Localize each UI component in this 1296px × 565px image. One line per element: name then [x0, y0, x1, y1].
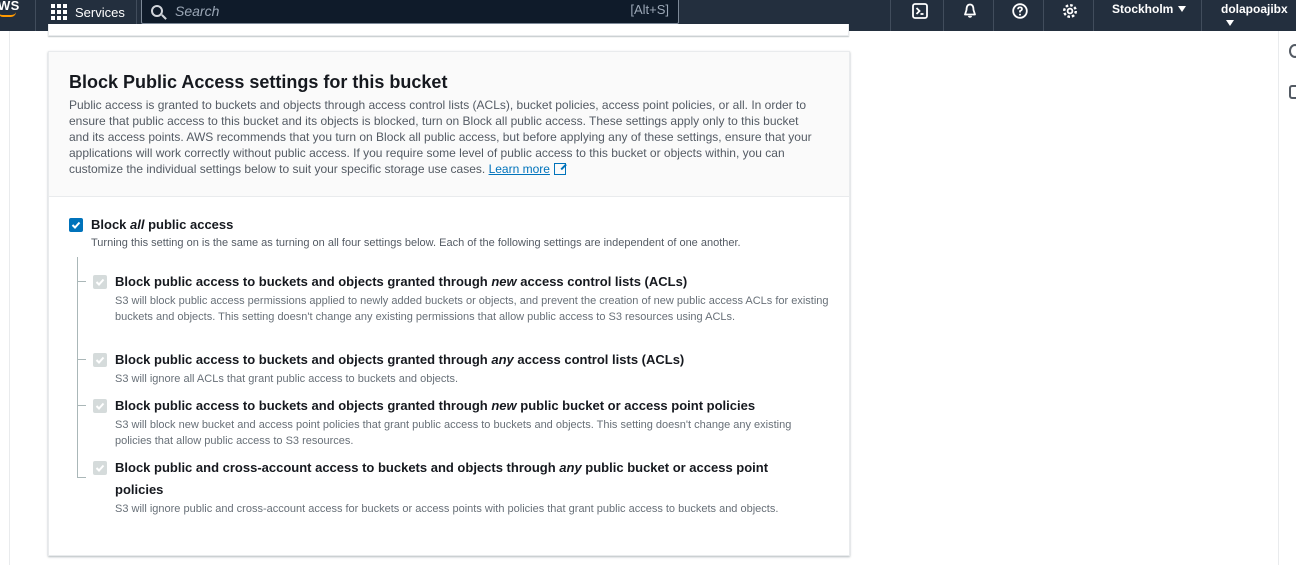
option-cross-account-label[interactable]: Block public and cross-account access to… — [115, 457, 815, 501]
option-new-policies-label[interactable]: Block public access to buckets and objec… — [115, 395, 755, 417]
learn-more-link[interactable]: Learn more — [489, 162, 550, 176]
checkmark-icon — [95, 464, 105, 472]
option-new-acls-checkbox[interactable] — [93, 275, 107, 289]
option-label-post: access control lists (ACLs) — [516, 274, 688, 289]
tree-connector — [77, 257, 78, 478]
option-label-emphasis: any — [559, 460, 582, 475]
block-all-label[interactable]: Block all public access — [91, 214, 233, 236]
block-all-description: Turning this setting on is the same as t… — [91, 237, 741, 249]
caret-down-icon — [1226, 20, 1234, 26]
gear-icon — [1062, 3, 1078, 19]
tree-branch — [77, 405, 86, 406]
info-icon[interactable] — [1289, 44, 1296, 58]
nav-divider — [1043, 0, 1044, 31]
settings-button[interactable] — [1059, 0, 1081, 22]
option-new-policies-checkbox[interactable] — [93, 399, 107, 413]
checkmark-icon — [71, 221, 81, 229]
block-all-label-pre: Block — [91, 217, 131, 232]
checkmark-icon — [95, 356, 105, 364]
aws-smile-icon — [0, 12, 16, 17]
caret-down-icon — [1178, 6, 1187, 12]
option-new-acls-description: S3 will block public access permissions … — [115, 295, 829, 323]
grid-icon — [51, 4, 67, 20]
nav-divider — [890, 0, 891, 31]
checkmark-icon — [95, 278, 105, 286]
help-icon — [1012, 3, 1028, 19]
bell-icon — [964, 3, 976, 18]
cloudshell-icon — [912, 3, 928, 19]
option-label-emphasis: new — [491, 274, 517, 289]
option-label-post: public bucket or access point policies — [516, 398, 756, 413]
region-label: Stockholm — [1112, 2, 1174, 16]
panel-description: Public access is granted to buckets and … — [69, 97, 814, 177]
services-menu-button[interactable]: Services — [51, 0, 125, 24]
option-cross-account-description: S3 will ignore public and cross-account … — [115, 503, 779, 515]
cloudshell-button[interactable] — [909, 0, 931, 22]
account-menu[interactable]: dolapoajibx — [1221, 2, 1296, 30]
nav-divider — [1093, 0, 1094, 31]
account-name: dolapoajibx — [1221, 2, 1288, 16]
search-shortcut-hint: [Alt+S] — [630, 2, 669, 17]
option-new-acls-label[interactable]: Block public access to buckets and objec… — [115, 271, 687, 293]
external-link-icon — [553, 163, 566, 175]
help-button[interactable] — [1009, 0, 1031, 22]
checkmark-icon — [95, 402, 105, 410]
block-all-label-post: public access — [144, 217, 234, 232]
region-selector[interactable]: Stockholm — [1112, 2, 1187, 16]
block-all-label-emphasis: all — [130, 217, 145, 232]
nav-divider — [993, 0, 994, 31]
panel-description-text: Public access is granted to buckets and … — [69, 98, 812, 176]
services-label: Services — [75, 4, 125, 20]
tree-branch — [77, 477, 86, 478]
option-cross-account-checkbox[interactable] — [93, 461, 107, 475]
tree-branch — [77, 281, 86, 282]
content-left-border — [9, 31, 10, 565]
option-new-policies-description: S3 will block new bucket and access poin… — [115, 419, 792, 447]
option-label-post: access control lists (ACLs) — [513, 352, 685, 367]
option-label-pre: Block public and cross-account access to… — [115, 460, 560, 475]
search-bar[interactable]: [Alt+S] — [141, 0, 679, 24]
tree-branch — [77, 359, 86, 360]
aws-logo[interactable]: WS — [0, 0, 20, 17]
panel-title: Block Public Access settings for this bu… — [69, 72, 448, 92]
option-any-acls-label[interactable]: Block public access to buckets and objec… — [115, 349, 684, 371]
previous-panel-bottom — [48, 24, 849, 36]
option-any-acls-checkbox[interactable] — [93, 353, 107, 367]
search-input[interactable] — [175, 3, 605, 19]
option-label-emphasis: any — [491, 352, 514, 367]
nav-divider — [943, 0, 944, 31]
nav-divider — [35, 0, 36, 31]
option-any-acls-description: S3 will ignore all ACLs that grant publi… — [115, 373, 459, 385]
right-tools-rail — [1278, 31, 1296, 565]
option-label-emphasis: new — [491, 398, 517, 413]
search-icon — [151, 5, 163, 17]
block-public-access-panel: Block Public Access settings for this bu… — [48, 51, 850, 556]
option-label-pre: Block public access to buckets and objec… — [115, 274, 492, 289]
feedback-icon[interactable] — [1289, 85, 1296, 99]
option-label-pre: Block public access to buckets and objec… — [115, 398, 492, 413]
panel-header: Block Public Access settings for this bu… — [49, 52, 849, 197]
notifications-button[interactable] — [959, 0, 981, 22]
nav-divider — [1201, 0, 1202, 31]
block-all-checkbox[interactable] — [69, 218, 83, 232]
option-label-pre: Block public access to buckets and objec… — [115, 352, 492, 367]
